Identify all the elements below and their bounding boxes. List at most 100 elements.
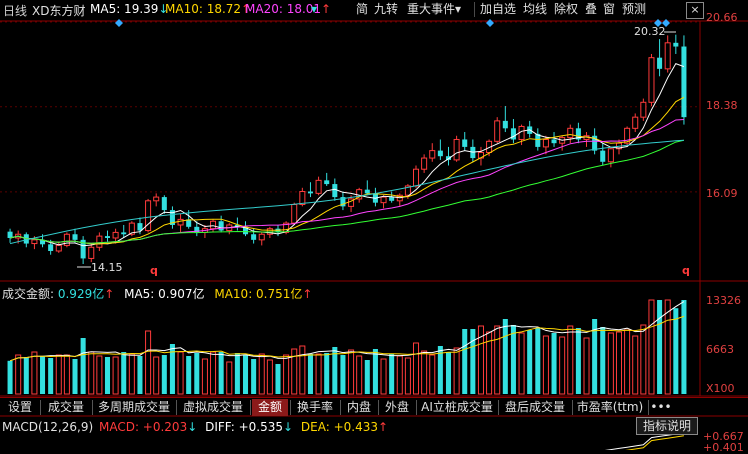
candle-body	[664, 42, 671, 70]
volume-bar	[681, 300, 687, 394]
tab-settings[interactable]: 设置	[2, 399, 38, 416]
volume-bar	[234, 353, 240, 394]
volume-bar	[404, 357, 411, 395]
indicator-tab-bar: 设置 成交量 多周期成交量 虚拟成交量 金额 换手率 内盘 外盘 AI立桩成交量…	[0, 397, 748, 417]
indicator-help-button[interactable]: 指标说明	[636, 417, 698, 435]
volume-bar	[470, 329, 476, 394]
tab-amount[interactable]: 金额	[252, 399, 288, 416]
candle-body	[251, 234, 257, 240]
volume-bar	[412, 342, 420, 395]
tab-pe-ttm[interactable]: 市盈率(ttm)	[574, 399, 646, 416]
volume-bar	[559, 336, 566, 395]
candle-body	[502, 120, 508, 129]
candle-body	[104, 236, 111, 238]
volume-bar	[542, 335, 549, 395]
macd-diff-line	[604, 432, 684, 450]
volume-bar	[201, 358, 208, 395]
tab-volume[interactable]: 成交量	[42, 399, 90, 416]
volume-bar	[88, 351, 95, 395]
volume-bar	[7, 360, 13, 394]
volume-bar	[510, 325, 516, 394]
volume-bar	[453, 347, 460, 395]
volume-bar	[275, 364, 281, 394]
candle-body	[72, 234, 78, 240]
price-axis-tick: 16.09	[706, 187, 738, 200]
candle-body	[324, 180, 330, 185]
volume-ma5-line	[9, 301, 685, 362]
volume-bar	[23, 357, 29, 394]
volume-bar	[186, 356, 192, 394]
candle-body	[607, 148, 614, 163]
volume-bar	[624, 329, 631, 395]
candle-body	[429, 150, 436, 159]
candle-body	[640, 101, 647, 118]
more-tabs-button[interactable]: •••	[650, 399, 672, 416]
tab-inner-volume[interactable]: 内盘	[342, 399, 376, 416]
volume-ma10-line	[9, 315, 685, 362]
candle-body	[364, 189, 370, 194]
volume-bar	[55, 354, 62, 395]
tab-ai-volume[interactable]: AI立桩成交量	[418, 399, 496, 416]
tab-outer-volume[interactable]: 外盘	[380, 399, 414, 416]
volume-bar	[607, 332, 614, 395]
candle-body	[673, 42, 679, 47]
volume-bar	[429, 354, 436, 395]
candle-body	[551, 139, 557, 144]
volume-bar	[145, 330, 152, 395]
volume-bar	[48, 358, 54, 394]
candle-body	[96, 235, 103, 248]
volume-unit-label: X100	[706, 382, 735, 395]
q-marker: q	[150, 264, 158, 277]
volume-bar	[80, 338, 86, 394]
volume-bar	[31, 351, 38, 395]
event-diamond-icon	[115, 19, 123, 27]
candle-body	[389, 197, 395, 201]
candle-body	[88, 246, 95, 259]
volume-bar	[96, 355, 103, 395]
volume-bar	[283, 354, 290, 395]
candle-body	[121, 232, 127, 235]
volume-bar	[72, 359, 78, 394]
price-axis-tick: 18.38	[706, 99, 738, 112]
tab-after-hours-volume[interactable]: 盘后成交量	[500, 399, 570, 416]
volume-bar	[299, 345, 306, 395]
volume-bar	[673, 308, 679, 394]
volume-bar	[194, 353, 200, 394]
volume-bar	[575, 328, 581, 394]
candle-body	[31, 239, 38, 245]
candle-body	[567, 127, 574, 139]
volume-bar	[527, 330, 533, 394]
event-diamond-icon	[486, 19, 494, 27]
candle-body	[210, 220, 217, 230]
candle-body	[681, 46, 687, 118]
volume-bar	[494, 325, 501, 395]
q-marker: q	[682, 264, 690, 277]
macd-lines	[604, 432, 684, 450]
tab-virtual-volume[interactable]: 虚拟成交量	[178, 399, 248, 416]
volume-bar	[128, 353, 135, 395]
candle-body	[299, 191, 306, 206]
volume-bar	[226, 361, 233, 395]
volume-bar	[242, 355, 249, 394]
volume-bar	[315, 353, 322, 395]
macd-dea-line	[625, 435, 684, 450]
volume-bar	[551, 333, 557, 394]
ma10-line	[9, 96, 685, 245]
volume-bar	[372, 349, 378, 394]
volume-bars	[7, 299, 687, 395]
volume-bar	[112, 356, 119, 395]
ma5-line	[9, 62, 685, 247]
candle-body	[453, 138, 460, 161]
candle-body	[657, 57, 663, 69]
volume-bar	[657, 300, 663, 394]
tab-turnover[interactable]: 换手率	[292, 399, 338, 416]
volume-bar	[340, 355, 346, 394]
volume-bar	[137, 356, 143, 394]
candle-body	[153, 196, 160, 202]
volume-bar	[121, 352, 127, 394]
low-price-label: 14.15	[91, 261, 123, 274]
tab-multi-period-volume[interactable]: 多周期成交量	[94, 399, 174, 416]
candle-body	[112, 231, 119, 239]
candle-body	[462, 139, 468, 147]
volume-bar	[583, 337, 590, 395]
